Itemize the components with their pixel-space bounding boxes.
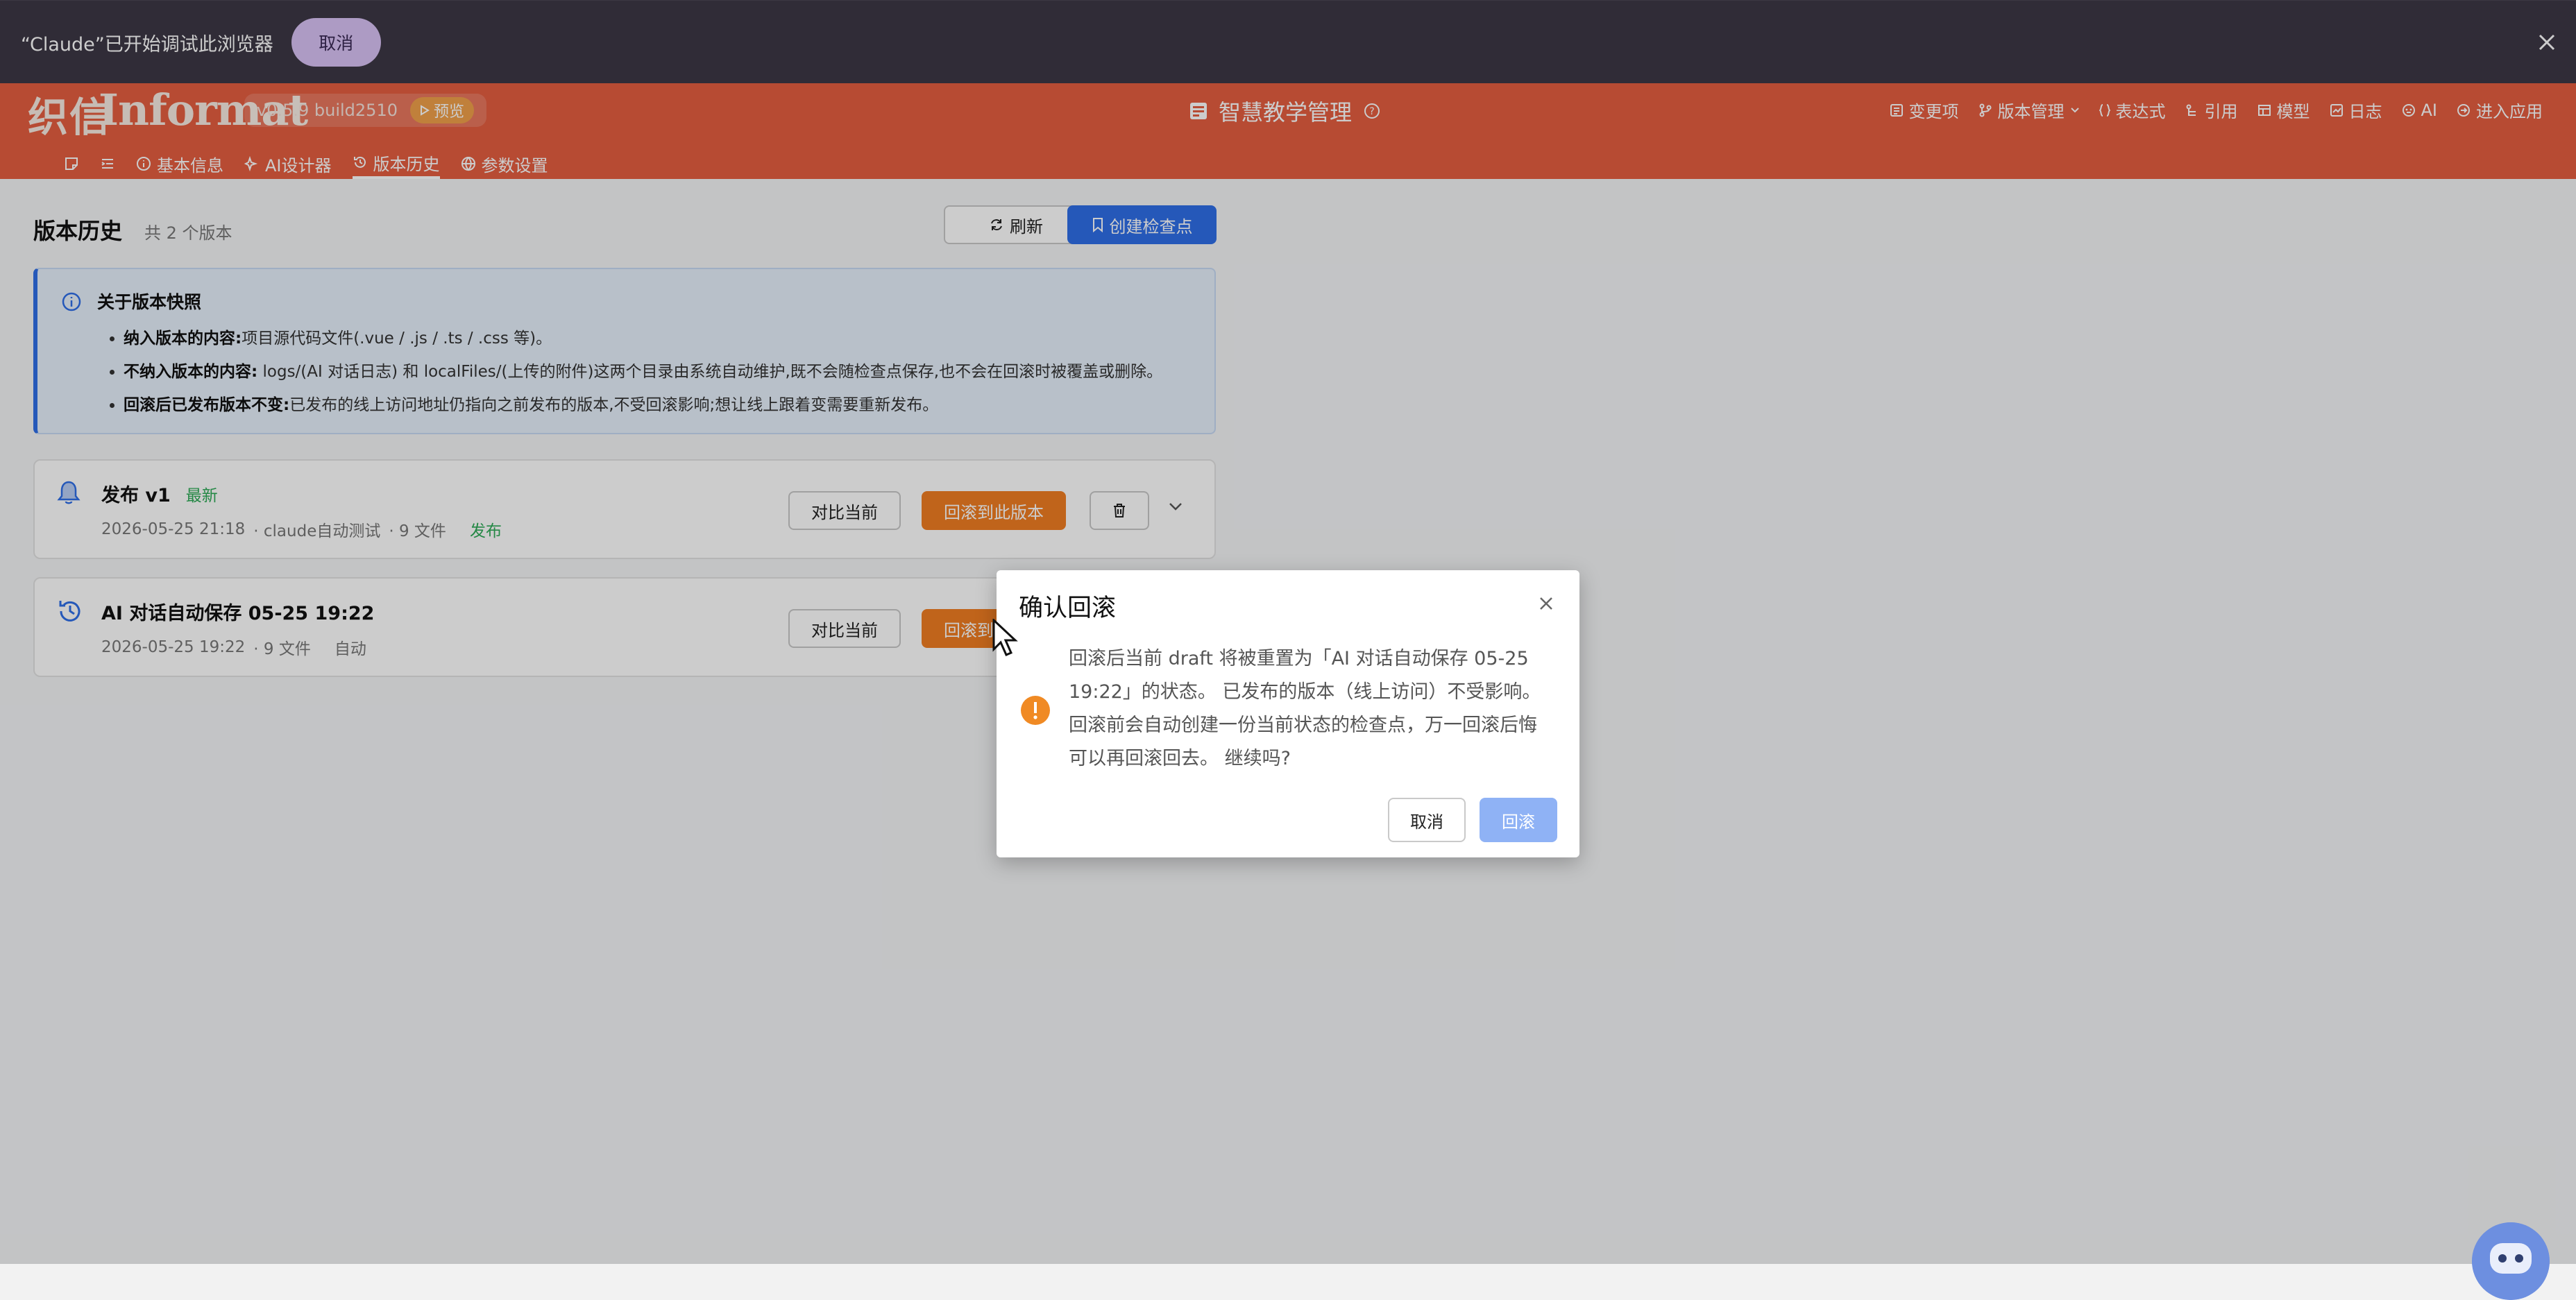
dialog-rollback-button[interactable]: 回滚 bbox=[1480, 798, 1557, 842]
mouse-cursor-icon bbox=[991, 619, 1019, 659]
dialog-title: 确认回滚 bbox=[1019, 595, 1117, 622]
close-icon[interactable] bbox=[1538, 595, 1554, 612]
warning-icon bbox=[1020, 695, 1051, 726]
confirm-rollback-dialog: 确认回滚 回滚后当前 draft 将被重置为「AI 对话自动保存 05-25 1… bbox=[997, 570, 1579, 857]
dialog-cancel-button[interactable]: 取消 bbox=[1388, 798, 1466, 842]
assistant-avatar[interactable] bbox=[2472, 1222, 2550, 1300]
dialog-message: 回滚后当前 draft 将被重置为「AI 对话自动保存 05-25 19:22」… bbox=[1069, 648, 1541, 769]
